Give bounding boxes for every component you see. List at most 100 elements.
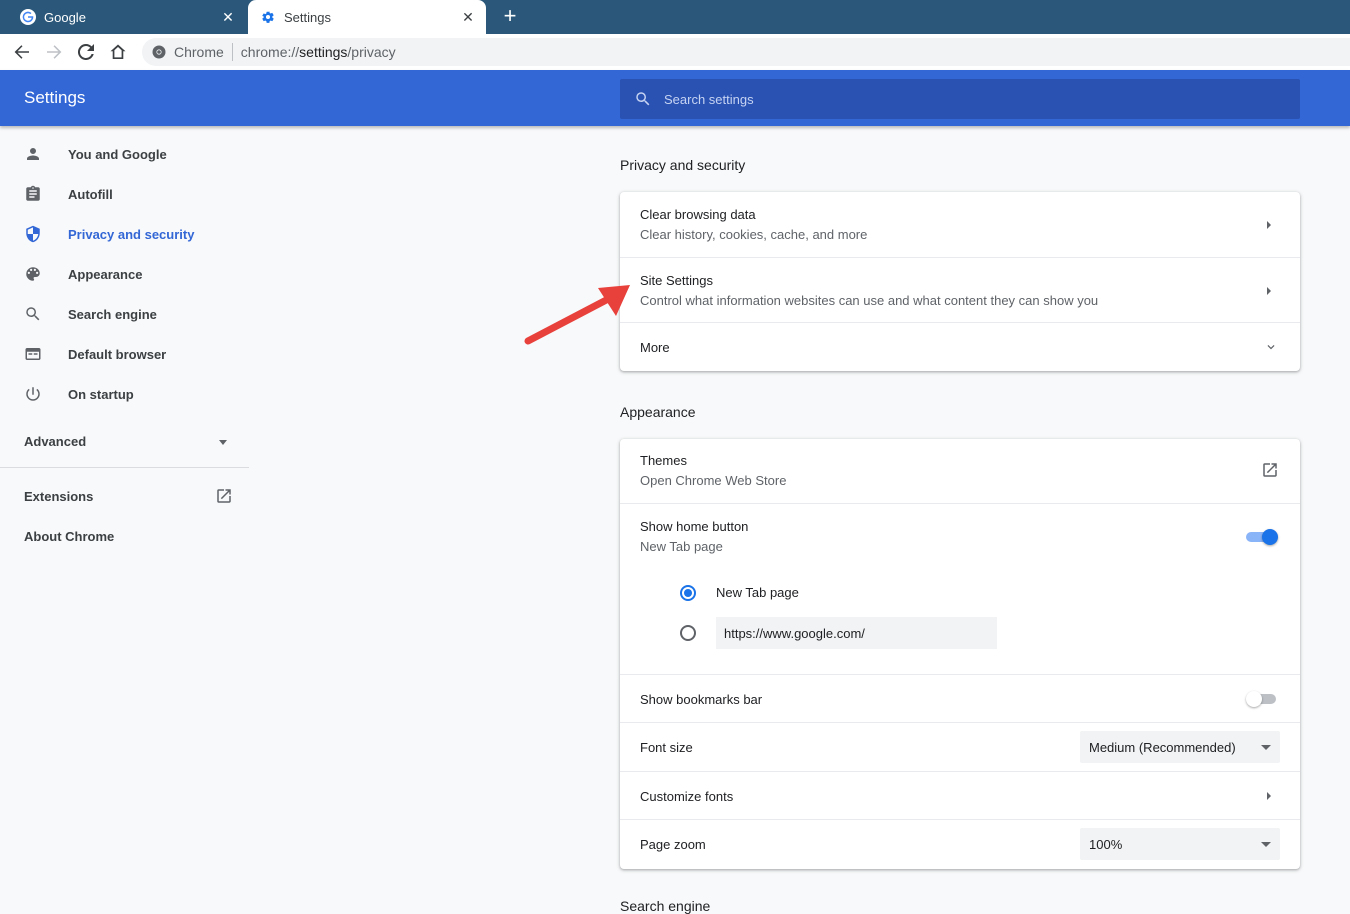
tab-title: Settings xyxy=(284,9,331,25)
home-icon xyxy=(110,44,126,59)
new-tab-button[interactable]: + xyxy=(498,5,522,29)
sidebar-item-label: On startup xyxy=(68,386,134,402)
address-bar[interactable]: Chrome chrome://settings/privacy xyxy=(142,38,1350,66)
new-tab-page-radio[interactable] xyxy=(680,585,696,601)
reload-icon xyxy=(78,44,94,60)
browser-window-icon xyxy=(25,348,41,360)
forward-button[interactable] xyxy=(42,40,66,64)
caret-down-icon xyxy=(1261,745,1271,750)
tab-settings[interactable]: Settings ✕ xyxy=(248,0,486,34)
page-title: Settings xyxy=(24,88,86,107)
row-primary: More xyxy=(640,340,670,355)
search-icon xyxy=(636,92,650,106)
search-icon xyxy=(26,307,40,321)
appearance-section-title: Appearance xyxy=(620,404,696,420)
page-zoom-row: Page zoom 100% xyxy=(620,819,1300,867)
select-value: 100% xyxy=(1089,836,1123,852)
sidebar-item-default-browser[interactable]: Default browser xyxy=(0,334,250,374)
search-settings-box[interactable] xyxy=(620,79,1300,119)
shield-icon xyxy=(26,225,40,243)
palette-icon xyxy=(26,267,40,281)
arrow-right-icon xyxy=(1267,221,1271,229)
search-engine-section-title: Search engine xyxy=(620,898,711,914)
browser-toolbar: Chrome chrome://settings/privacy xyxy=(0,34,1350,70)
arrow-right-icon xyxy=(1267,792,1271,800)
extensions-label: Extensions xyxy=(24,489,94,504)
appearance-card: Themes Open Chrome Web Store Show home b… xyxy=(620,439,1300,869)
row-primary: Customize fonts xyxy=(640,789,734,804)
caret-down-icon xyxy=(1261,842,1271,847)
search-settings-input[interactable] xyxy=(664,91,1264,107)
sidebar-item-label: Autofill xyxy=(68,186,113,202)
sidebar-advanced-toggle[interactable]: Advanced xyxy=(0,418,250,466)
custom-home-url-input[interactable] xyxy=(716,617,997,649)
sidebar-item-label: You and Google xyxy=(68,146,167,162)
close-tab-icon[interactable]: ✕ xyxy=(220,9,236,25)
show-bookmarks-bar-row: Show bookmarks bar xyxy=(620,674,1300,722)
themes-row[interactable]: Themes Open Chrome Web Store xyxy=(620,439,1300,503)
clear-browsing-data-row[interactable]: Clear browsing data Clear history, cooki… xyxy=(620,192,1300,257)
omnibox-separator xyxy=(231,43,233,61)
font-size-row: Font size Medium (Recommended) xyxy=(620,722,1300,771)
row-secondary: Control what information websites can us… xyxy=(640,293,1099,308)
back-button[interactable] xyxy=(10,40,34,64)
gear-icon xyxy=(260,9,276,25)
sidebar-item-on-startup[interactable]: On startup xyxy=(0,374,250,414)
font-size-select[interactable]: Medium (Recommended) xyxy=(1080,731,1280,763)
show-home-button-toggle[interactable] xyxy=(1246,527,1278,547)
omnibox-chip: Chrome xyxy=(174,44,224,60)
sidebar-item-extensions[interactable]: Extensions xyxy=(0,476,250,516)
about-chrome-label: About Chrome xyxy=(24,529,115,544)
close-tab-icon[interactable]: ✕ xyxy=(460,9,476,25)
arrow-right-icon xyxy=(47,45,62,59)
site-settings-row[interactable]: Site Settings Control what information w… xyxy=(620,257,1300,322)
row-primary: Font size xyxy=(640,740,693,755)
sidebar-item-label: Privacy and security xyxy=(68,226,195,242)
open-in-new-icon xyxy=(1263,463,1277,477)
select-value: Medium (Recommended) xyxy=(1089,739,1236,755)
caret-down-icon xyxy=(219,440,227,445)
omnibox-url: chrome://settings/privacy xyxy=(240,44,396,60)
privacy-card: Clear browsing data Clear history, cooki… xyxy=(620,192,1300,371)
sidebar-item-autofill[interactable]: Autofill xyxy=(0,174,250,214)
sidebar-item-label: Default browser xyxy=(68,346,167,362)
google-g-icon xyxy=(20,9,36,25)
advanced-label: Advanced xyxy=(24,434,87,449)
new-tab-page-label: New Tab page xyxy=(716,585,799,600)
tab-google[interactable]: Google ✕ xyxy=(0,0,246,34)
row-secondary: New Tab page xyxy=(640,539,723,554)
sidebar-item-privacy-and-security[interactable]: Privacy and security xyxy=(0,214,250,254)
row-primary: Show home button xyxy=(640,519,749,534)
arrow-right-icon xyxy=(1267,287,1271,295)
page-zoom-select[interactable]: 100% xyxy=(1080,828,1280,860)
home-button[interactable] xyxy=(106,40,130,64)
chevron-down-icon xyxy=(1267,345,1275,350)
sidebar: You and Google Autofill Privacy and secu… xyxy=(0,134,250,556)
row-primary: Themes xyxy=(640,453,687,468)
customize-fonts-row[interactable]: Customize fonts xyxy=(620,771,1300,819)
chrome-logo-icon xyxy=(152,45,166,59)
more-row[interactable]: More xyxy=(620,322,1300,370)
sidebar-item-label: Appearance xyxy=(68,266,143,282)
sidebar-item-about-chrome[interactable]: About Chrome xyxy=(0,516,250,556)
sidebar-item-label: Search engine xyxy=(68,306,157,322)
custom-url-radio[interactable] xyxy=(680,625,696,641)
row-primary: Page zoom xyxy=(640,837,706,852)
show-bookmarks-bar-toggle[interactable] xyxy=(1246,689,1278,709)
clipboard-icon xyxy=(26,185,40,201)
reload-button[interactable] xyxy=(74,40,98,64)
sidebar-item-appearance[interactable]: Appearance xyxy=(0,254,250,294)
sidebar-item-search-engine[interactable]: Search engine xyxy=(0,294,250,334)
person-icon xyxy=(27,148,39,160)
privacy-section-title: Privacy and security xyxy=(620,157,746,173)
show-home-button-row: Show home button New Tab page New Tab pa… xyxy=(620,503,1300,674)
tab-strip: Google ✕ Settings ✕ + xyxy=(0,0,1350,34)
row-secondary: Clear history, cookies, cache, and more xyxy=(640,227,868,242)
arrow-left-icon xyxy=(14,45,29,59)
row-primary: Show bookmarks bar xyxy=(640,692,763,707)
settings-header: Settings xyxy=(0,70,1350,126)
row-primary: Clear browsing data xyxy=(640,207,756,222)
open-in-new-icon xyxy=(217,489,231,503)
sidebar-divider xyxy=(0,467,249,468)
sidebar-item-you-and-google[interactable]: You and Google xyxy=(0,134,250,174)
